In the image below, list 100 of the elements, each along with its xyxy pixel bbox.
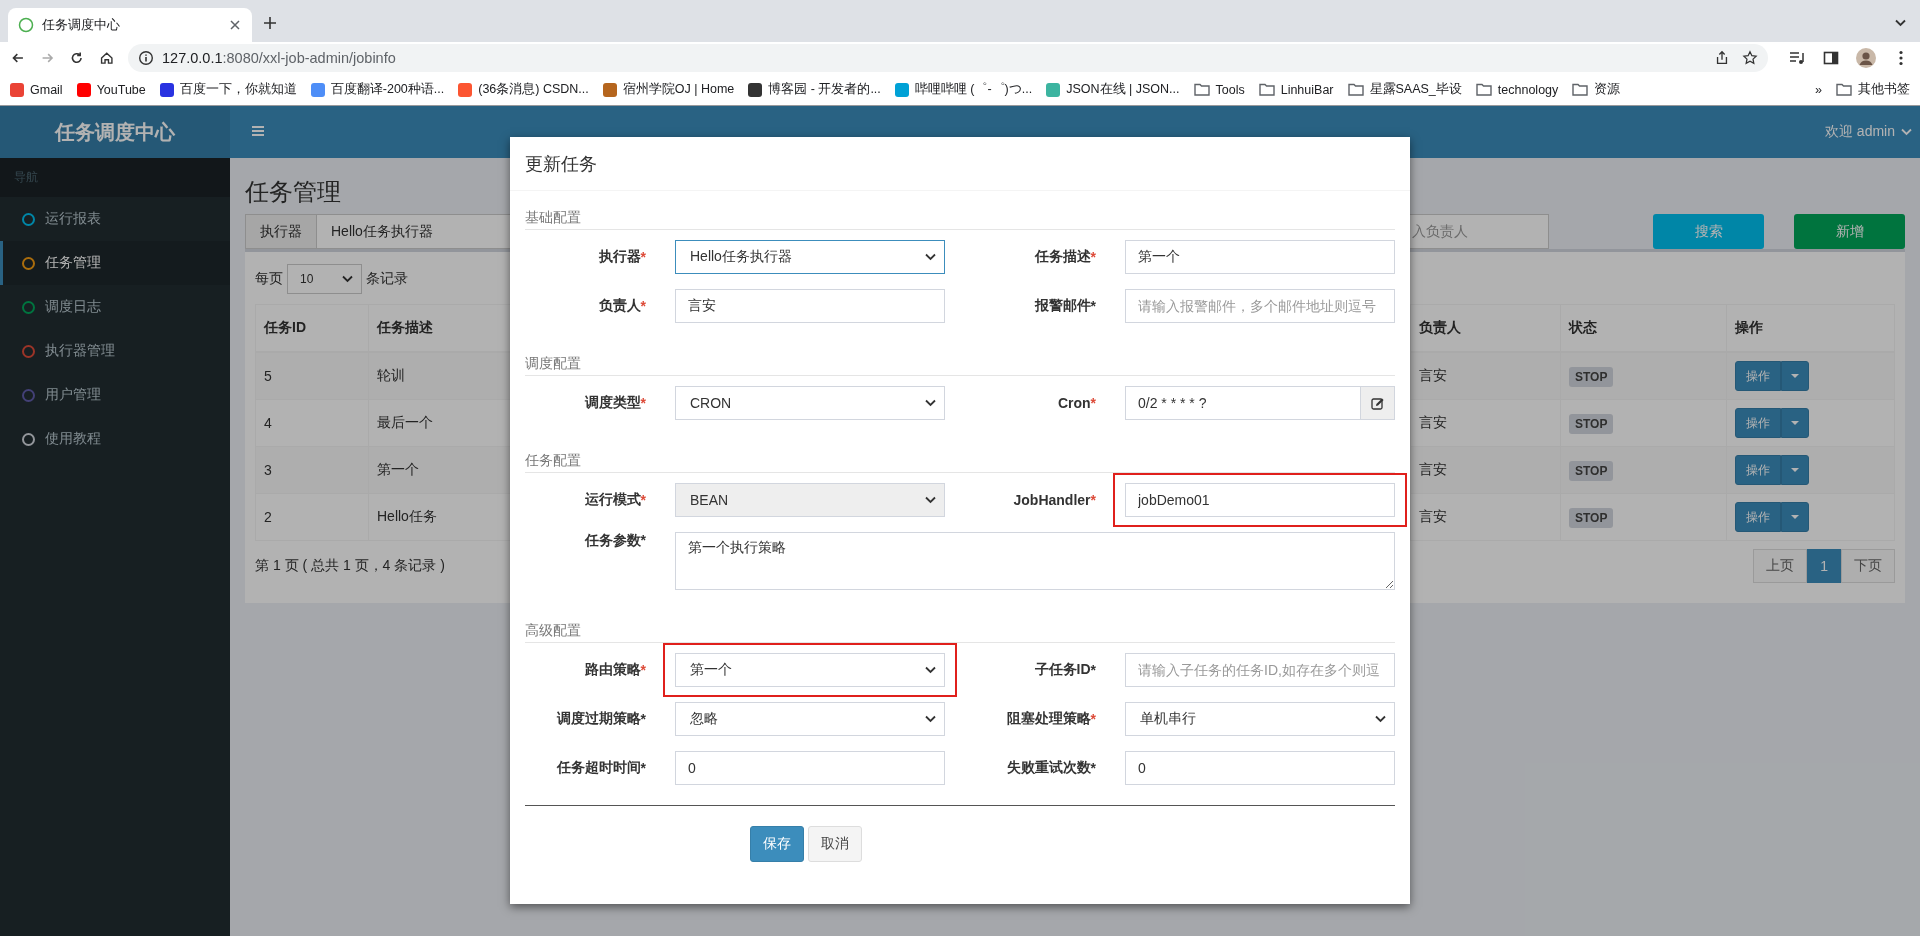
dropdown-toggle[interactable] (1781, 502, 1809, 532)
folder-icon (1475, 83, 1492, 96)
sidebar-item[interactable]: 执行器管理 (0, 329, 230, 373)
field-label: 负责人 (598, 297, 641, 315)
browser-tab[interactable]: 任务调度中心 (8, 8, 252, 42)
page-size-select[interactable]: 10 (287, 264, 362, 294)
field-label: 调度过期策略 (556, 710, 641, 728)
field-label: 失败重试次数 (1006, 759, 1091, 777)
side-panel-icon[interactable] (1822, 49, 1840, 67)
chevron-icon (1375, 715, 1386, 723)
chevron-icon (1901, 128, 1912, 136)
page-button[interactable]: 上页 (1753, 549, 1808, 583)
field-label: 任务参数 (584, 532, 641, 550)
select-field[interactable]: 单机串行 (1125, 702, 1395, 736)
folder-icon (1347, 83, 1364, 96)
select-field[interactable]: 忽略 (675, 702, 945, 736)
chevron-icon (925, 715, 936, 723)
folder-icon (1836, 83, 1852, 96)
required-mark: * (1090, 711, 1096, 727)
select-field[interactable]: CRON (675, 386, 945, 420)
caret-icon (1790, 372, 1800, 380)
address-bar[interactable]: 127.0.0.1:8080/xxl-job-admin/jobinfo (128, 44, 1768, 72)
text-field[interactable]: 言安 (675, 289, 945, 323)
share-icon[interactable] (1714, 50, 1730, 66)
text-field[interactable]: 第一个 (1125, 240, 1395, 274)
table-cell: 5 (255, 352, 369, 400)
per-page-label: 条记录 (366, 270, 408, 288)
sidebar-item[interactable]: 任务管理 (0, 241, 230, 285)
bookmark-link[interactable]: 博客园 - 开发者的... (748, 81, 881, 98)
text-field[interactable]: 请输入报警邮件，多个邮件地址则逗号 (1125, 289, 1395, 323)
field-label: 报警邮件 (1034, 297, 1091, 315)
status-badge: STOP (1569, 414, 1614, 434)
required-mark: * (640, 492, 646, 508)
required-mark: * (1090, 395, 1096, 411)
required-mark: * (1090, 249, 1096, 265)
page-button[interactable]: 下页 (1841, 549, 1895, 583)
sidebar-item[interactable]: 用户管理 (0, 373, 230, 417)
required-mark: * (1090, 760, 1096, 776)
save-button[interactable]: 保存 (750, 826, 804, 862)
bookmark-link[interactable]: 百度翻译-200种语... (310, 81, 445, 98)
select-field[interactable]: Hello任务执行器 (675, 240, 945, 274)
bookmark-link[interactable]: 资源 (1572, 81, 1621, 98)
page-summary: 第 1 页 ( 总共 1 页，4 条记录 ) (255, 557, 445, 575)
folder-icon (1258, 83, 1275, 96)
overflow-link[interactable]: » (1815, 82, 1822, 97)
select-field[interactable]: 第一个 (675, 653, 945, 687)
text-field[interactable]: jobDemo01 (1125, 483, 1395, 517)
sidebar-item[interactable]: 调度日志 (0, 285, 230, 329)
table-cell: 2 (255, 493, 369, 541)
bookmark-link[interactable]: Gmail (10, 82, 63, 97)
bookmark-link[interactable]: 百度一下，你就知道 (159, 81, 297, 98)
dropdown-toggle[interactable] (1781, 455, 1809, 485)
bookmark-link[interactable]: 星露SAAS_毕设 (1347, 81, 1462, 98)
url-text: 127.0.0.1:8080/xxl-job-admin/jobinfo (162, 50, 396, 66)
bookmark-link[interactable]: 宿州学院OJ | Home (602, 81, 735, 98)
required-mark: * (640, 249, 646, 265)
required-mark: * (1090, 662, 1096, 678)
field-label: 任务超时时间 (556, 759, 641, 777)
caret-icon (1790, 466, 1800, 474)
bookmark-link[interactable]: LinhuiBar (1258, 82, 1334, 97)
bookmark-link[interactable]: (36条消息) CSDN... (458, 81, 589, 98)
plus-icon[interactable] (262, 15, 278, 31)
bookmark-link[interactable]: Tools (1193, 82, 1245, 97)
bookmark-link[interactable]: JSON在线 | JSON... (1046, 81, 1180, 98)
close-icon[interactable] (228, 18, 242, 32)
sidebar-item[interactable]: 使用教程 (0, 417, 230, 461)
required-mark: * (1090, 298, 1096, 314)
bookmark-link[interactable]: 其他书签 (1836, 81, 1910, 98)
caret-icon (1790, 513, 1800, 521)
dialog-title: 更新任务 (525, 152, 597, 176)
bookmark-link[interactable]: 哔哩哔哩 (゜-゜)つ... (894, 81, 1033, 98)
star-icon[interactable] (1742, 50, 1758, 66)
params-textarea[interactable]: 第一个执行策略 (675, 532, 1395, 590)
field-label: 任务描述 (1034, 248, 1091, 266)
avatar-icon[interactable] (1856, 48, 1876, 68)
field-label: JobHandler (1013, 492, 1091, 508)
edit-button[interactable] (1361, 386, 1395, 420)
text-field[interactable]: 0 (675, 751, 945, 785)
chevron-icon (925, 399, 936, 407)
bookmark-link[interactable]: technology (1475, 82, 1559, 97)
field-label: 路由策略 (584, 661, 641, 679)
dropdown-toggle[interactable] (1781, 408, 1809, 438)
chevron-icon (1895, 19, 1906, 27)
sidebar-item[interactable]: 运行报表 (0, 197, 230, 241)
media-list-icon[interactable] (1788, 49, 1806, 67)
status-badge: STOP (1569, 508, 1614, 528)
section-title: 高级配置 (525, 622, 581, 638)
text-field[interactable]: 0 (1125, 751, 1395, 785)
folder-icon (1193, 83, 1210, 96)
bookmark-link[interactable]: YouTube (76, 82, 146, 97)
table-cell: 4 (255, 399, 369, 447)
text-field[interactable]: 请输入子任务的任务ID,如存在多个则逗 (1125, 653, 1395, 687)
caret-icon (1790, 419, 1800, 427)
page-title: 任务管理 (245, 177, 341, 207)
required-mark: * (640, 760, 646, 776)
dropdown-toggle[interactable] (1781, 361, 1809, 391)
table-cell: 言安 (1410, 446, 1561, 494)
expression-field[interactable]: 0/2 * * * * ? (1125, 386, 1361, 420)
required-mark: * (1090, 492, 1096, 508)
cancel-button[interactable]: 取消 (808, 826, 862, 862)
